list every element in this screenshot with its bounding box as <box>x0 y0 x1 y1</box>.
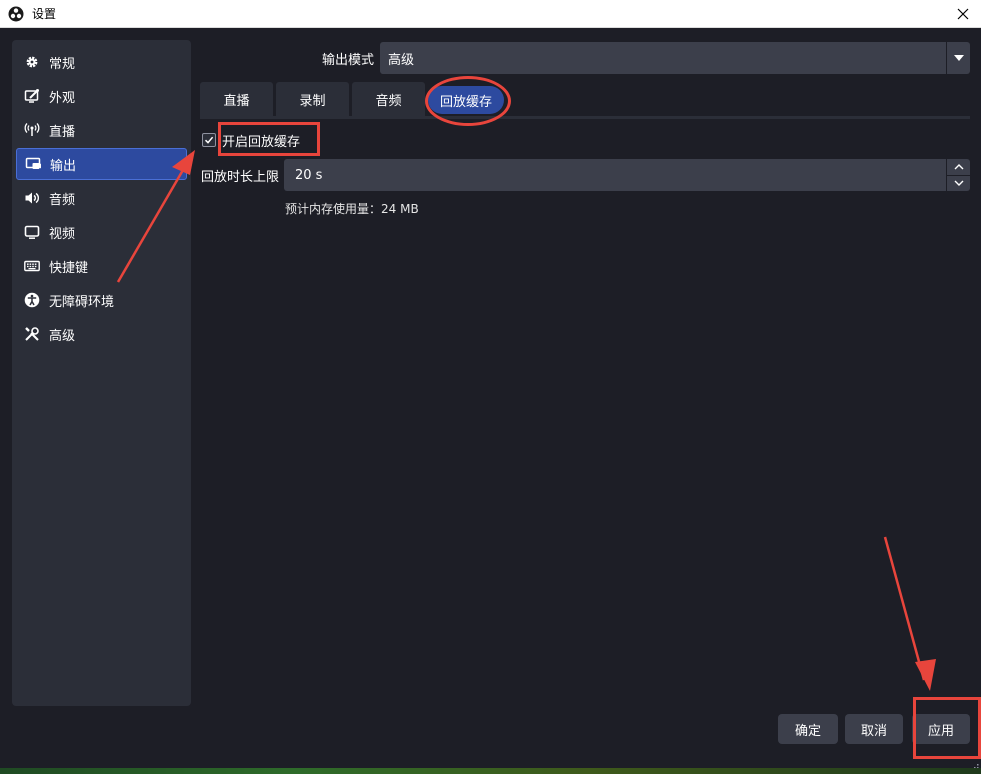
ok-button[interactable]: 确定 <box>778 714 838 744</box>
sidebar-item-label: 直播 <box>49 124 76 140</box>
background-strip <box>0 768 981 774</box>
replay-duration-row: 回放时长上限 20 s <box>200 159 970 191</box>
title-bar: 设置 <box>0 0 981 28</box>
output-mode-select[interactable]: 高级 <box>380 42 970 74</box>
replay-duration-spinbox[interactable]: 20 s <box>284 159 970 191</box>
settings-sidebar: 常规 外观 直播 输出 音频 视频 快捷键 无障碍环境 高级 <box>12 40 191 706</box>
tools-icon <box>23 325 41 343</box>
checkmark-icon <box>204 136 214 144</box>
chevron-down-icon <box>953 55 964 61</box>
broadcast-icon <box>23 121 41 139</box>
tab-streaming[interactable]: 直播 <box>200 82 273 116</box>
sidebar-item-label: 外观 <box>49 90 76 106</box>
output-icon <box>24 155 42 173</box>
sidebar-item-audio[interactable]: 音频 <box>16 182 187 214</box>
sidebar-item-label: 音频 <box>49 192 76 208</box>
spin-buttons <box>946 159 970 191</box>
output-mode-label: 输出模式 <box>321 52 374 68</box>
sidebar-item-label: 常规 <box>49 56 76 72</box>
tab-label: 录制 <box>299 93 326 109</box>
speaker-icon <box>23 189 41 207</box>
replay-buffer-checkbox-label[interactable]: 开启回放缓存 <box>222 131 300 150</box>
replay-buffer-enable-row: 开启回放缓存 <box>200 128 300 152</box>
increment-button[interactable] <box>947 159 970 176</box>
output-mode-value: 高级 <box>388 52 415 68</box>
dropdown-arrow-button[interactable] <box>946 42 970 74</box>
sidebar-item-accessibility[interactable]: 无障碍环境 <box>16 284 187 316</box>
cancel-button[interactable]: 取消 <box>845 714 903 744</box>
replay-duration-label: 回放时长上限 <box>201 169 280 185</box>
close-icon <box>957 8 969 20</box>
chevron-down-icon <box>954 180 963 187</box>
apply-button[interactable]: 应用 <box>912 714 970 744</box>
memory-estimate-text: 预计内存使用量：24 MB <box>285 202 419 216</box>
tab-recording[interactable]: 录制 <box>276 82 349 116</box>
sidebar-item-stream[interactable]: 直播 <box>16 114 187 146</box>
decrement-button[interactable] <box>947 176 970 192</box>
accessibility-icon <box>23 291 41 309</box>
replay-duration-value: 20 s <box>295 167 323 183</box>
appearance-icon <box>23 87 41 105</box>
close-button[interactable] <box>953 4 973 24</box>
output-settings-panel: 输出模式 高级 直播 录制 音频 回放缓存 开启回放缓存 回放时长上限 20 s… <box>200 28 975 718</box>
sidebar-item-label: 快捷键 <box>49 260 89 276</box>
sidebar-item-label: 无障碍环境 <box>49 294 115 310</box>
sidebar-item-video[interactable]: 视频 <box>16 216 187 248</box>
replay-buffer-checkbox[interactable] <box>202 133 216 147</box>
cancel-button-label: 取消 <box>860 723 887 739</box>
keyboard-icon <box>23 257 41 275</box>
tab-audio[interactable]: 音频 <box>352 82 425 116</box>
output-mode-row: 输出模式 高级 <box>200 42 970 74</box>
output-tabs: 直播 录制 音频 回放缓存 <box>200 82 507 116</box>
apply-button-label: 应用 <box>927 723 954 739</box>
sidebar-item-output[interactable]: 输出 <box>16 148 187 180</box>
tab-label: 音频 <box>375 93 402 109</box>
sidebar-item-appearance[interactable]: 外观 <box>16 80 187 112</box>
settings-content: 常规 外观 直播 输出 音频 视频 快捷键 无障碍环境 高级 输出模式 高级 直… <box>0 28 981 774</box>
monitor-icon <box>23 223 41 241</box>
ok-button-label: 确定 <box>794 723 821 739</box>
window-title: 设置 <box>32 7 57 21</box>
sidebar-item-general[interactable]: 常规 <box>16 46 187 78</box>
tab-underline <box>200 116 970 119</box>
sidebar-item-advanced[interactable]: 高级 <box>16 318 187 350</box>
sidebar-item-label: 视频 <box>49 226 76 242</box>
tab-label: 直播 <box>223 93 250 109</box>
sidebar-item-label: 高级 <box>49 328 76 344</box>
chevron-up-icon <box>954 163 963 170</box>
obs-logo-icon <box>8 6 24 21</box>
gear-icon <box>23 53 41 71</box>
sidebar-item-label: 输出 <box>50 158 77 174</box>
tab-label: 回放缓存 <box>439 94 492 110</box>
tab-replay-buffer[interactable]: 回放缓存 <box>428 86 504 114</box>
sidebar-item-hotkeys[interactable]: 快捷键 <box>16 250 187 282</box>
